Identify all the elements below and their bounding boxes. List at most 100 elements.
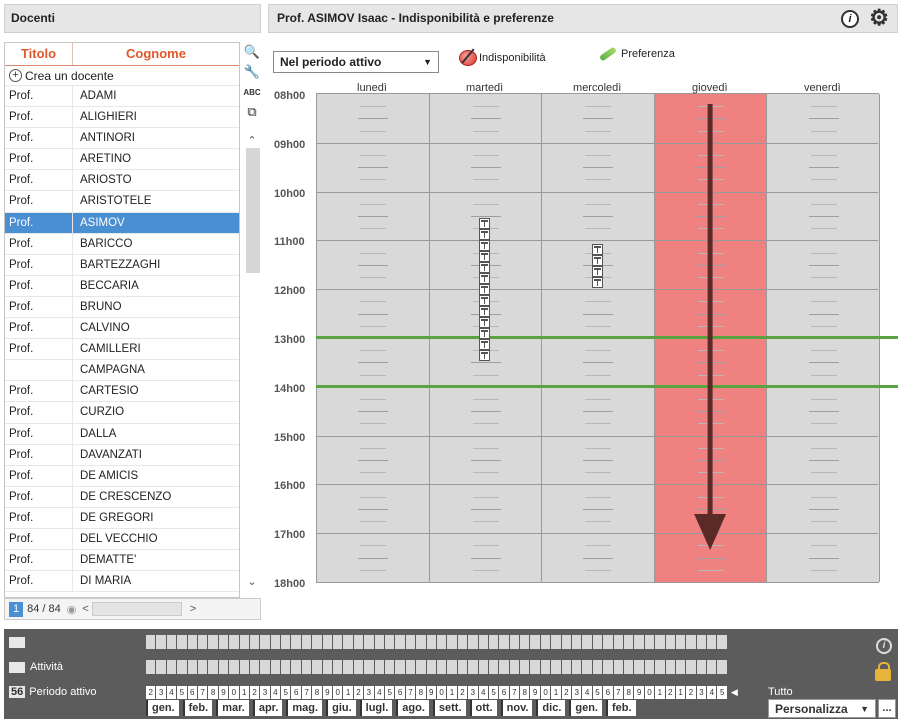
week-cell[interactable]: 2 [665,686,675,699]
timeline-cell[interactable] [561,635,572,649]
timeline-cell[interactable] [551,660,561,674]
timeline-cell[interactable] [343,635,353,649]
eye-icon[interactable]: ◉ [67,603,77,616]
more-button[interactable]: ... [878,699,896,718]
week-cell[interactable]: 0 [540,686,551,699]
timeline-cell[interactable] [374,635,384,649]
timeline-cell[interactable] [613,660,623,674]
search-icon[interactable]: 🔍 [242,42,262,62]
timeline-cells-1[interactable] [146,635,728,649]
timeline-cell[interactable] [696,635,707,649]
timeline-cell[interactable] [717,660,727,674]
timeline-cell[interactable] [353,660,364,674]
week-cell[interactable]: 3 [260,686,270,699]
week-cell[interactable]: 9 [530,686,540,699]
gear-icon[interactable]: ⚙ [869,7,889,29]
scroll-up-icon[interactable]: ⌃ [243,134,261,148]
month-button[interactable]: feb. [182,700,213,716]
teacher-row[interactable]: Prof. ARIOSTO [5,170,239,192]
week-selector[interactable]: 2345678901234567890123456789012345678901… [146,686,738,700]
list-vertical-scrollbar[interactable]: ⌃ ⌄ [243,134,261,589]
week-cell[interactable]: 5 [717,686,727,699]
scroll-right-icon[interactable]: > [190,603,196,615]
timeline-cell[interactable] [177,635,187,649]
preference-button[interactable]: Preferenza [598,46,675,62]
info-icon[interactable]: i [876,638,892,654]
month-button[interactable]: gen. [146,700,179,716]
timeline-cell[interactable] [457,660,468,674]
timeline-cell[interactable] [426,635,436,649]
timeline-cell[interactable] [644,635,655,649]
timeline-cell[interactable] [603,660,613,674]
timeline-cell[interactable] [488,635,499,649]
week-cell[interactable]: 3 [572,686,582,699]
timeline-cell[interactable] [540,635,551,649]
timeline-cell[interactable] [478,660,488,674]
teacher-row[interactable]: Prof. DEMATTE' [5,550,239,572]
timeline-cell[interactable] [457,635,468,649]
lock-icon[interactable] [875,662,891,681]
timeline-cell[interactable] [665,660,675,674]
timeline-cell[interactable] [260,660,270,674]
copy-icon[interactable]: ⧉ [242,102,262,122]
timeline-cell[interactable] [675,660,686,674]
timeline-cell[interactable] [312,660,322,674]
timeline-cell[interactable] [187,635,197,649]
timeline-cell[interactable] [249,635,260,649]
teacher-row[interactable]: Prof. BRUNO [5,296,239,319]
timeline-cell[interactable] [312,635,322,649]
timeline-cell[interactable] [291,660,301,674]
month-button[interactable]: mar. [216,700,249,716]
timeline-cell[interactable] [146,660,156,674]
teacher-row[interactable]: Prof. DE CRESCENZO [5,486,239,508]
teacher-row[interactable]: Prof. ADAMI [5,86,239,108]
timeline-cell[interactable] [322,635,333,649]
timeline-cell[interactable] [384,660,395,674]
week-cell[interactable]: 7 [509,686,520,699]
timeline-cell[interactable] [572,635,582,649]
constraint-icon-stack[interactable] [478,218,491,361]
timeline-cell[interactable] [499,660,509,674]
timeline-cell[interactable] [634,635,644,649]
teacher-row[interactable]: Prof. ANTINORI [5,128,239,150]
scroll-left-icon[interactable]: < [82,603,88,615]
timeline-cell[interactable] [447,660,457,674]
teacher-row[interactable]: Prof. DE AMICIS [5,465,239,487]
teacher-row[interactable]: Prof. DALLA [5,423,239,445]
timeline-cell[interactable] [707,635,717,649]
teacher-row[interactable]: Prof. ASIMOV [5,212,239,234]
week-cell[interactable]: 3 [468,686,478,699]
month-button[interactable]: apr. [252,700,283,716]
week-cell[interactable]: 8 [208,686,218,699]
column-header-surname[interactable]: Cognome [73,43,239,65]
timeline-cell[interactable] [364,660,374,674]
timeline-cell[interactable] [665,635,675,649]
week-cell[interactable]: 5 [177,686,187,699]
timeline-cell[interactable] [436,660,447,674]
timeline-cell[interactable] [166,635,177,649]
week-cell[interactable]: 7 [405,686,416,699]
week-cell[interactable]: 4 [707,686,717,699]
week-cell[interactable]: 5 [488,686,499,699]
timeline-cell[interactable] [364,635,374,649]
timeline-cell[interactable] [187,660,197,674]
timeline-cell[interactable] [229,660,239,674]
week-cell[interactable]: 5 [384,686,395,699]
timeline-cell[interactable] [468,635,478,649]
week-cell[interactable]: 6 [499,686,509,699]
timeline-cell[interactable] [686,635,696,649]
week-cell[interactable]: 4 [270,686,281,699]
teacher-row[interactable]: Prof. BARICCO [5,233,239,255]
timeline-cell[interactable] [530,635,540,649]
timeline-cell[interactable] [582,635,592,649]
spellcheck-icon[interactable]: ABC [242,82,262,102]
month-button[interactable]: dic. [536,700,566,716]
timeline-cell[interactable] [499,635,509,649]
month-button[interactable]: mag. [286,700,323,716]
column-header-title[interactable]: Titolo [5,43,73,65]
timeline-cell[interactable] [655,660,665,674]
timeline-cell[interactable] [416,660,426,674]
week-cell[interactable]: 4 [374,686,384,699]
teacher-row[interactable]: Prof. BARTEZZAGHI [5,254,239,276]
timeline-cell[interactable] [333,660,343,674]
